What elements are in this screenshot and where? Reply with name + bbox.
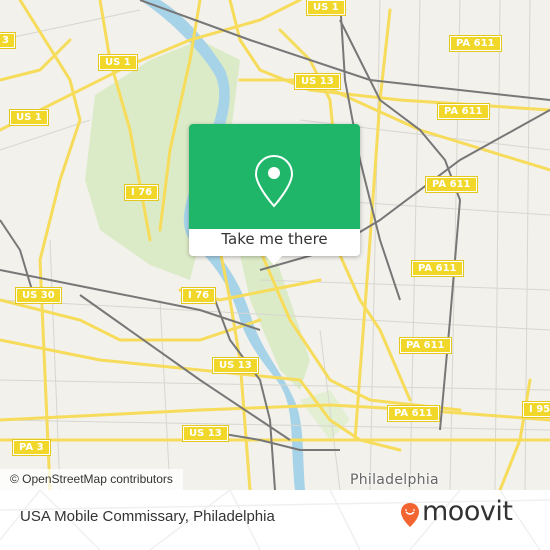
route-shield-pa611: PA 611 [387,405,440,422]
route-shield-i95: I 95 [521,401,550,418]
route-shield-partial: 3 [0,32,16,49]
moovit-logo-text: moovit [422,496,513,527]
take-me-there-button[interactable]: Take me there [189,230,360,248]
moovit-pin-icon [401,503,419,527]
route-shield-us1: US 1 [9,109,49,126]
route-shield-pa611: PA 611 [449,35,502,52]
route-shield-pa611: PA 611 [411,260,464,277]
footer-bar: USA Mobile Commissary, Philadelphia moov… [0,490,550,550]
popup-header[interactable] [189,124,360,229]
route-shield-pa611: PA 611 [437,103,490,120]
city-label: Philadelphia [350,472,439,488]
route-shield-us13: US 13 [182,425,229,442]
route-shield-us13: US 13 [212,357,259,374]
route-shield-pa611: PA 611 [425,176,478,193]
route-shield-us30: US 30 [15,287,62,304]
map-pin-icon [254,154,294,208]
route-shield-us1: US 1 [306,0,346,16]
route-shield-i76: I 76 [180,287,217,304]
location-popup[interactable]: Take me there [189,124,360,265]
map[interactable]: US 1 3 US 1 US 1 PA 611 US 13 PA 611 PA … [0,0,550,490]
route-shield-pa611: PA 611 [399,337,452,354]
route-shield-i76: I 76 [123,184,160,201]
route-shield-us1: US 1 [98,54,138,71]
route-shield-us13: US 13 [294,73,341,90]
map-attribution[interactable]: © OpenStreetMap contributors [0,469,183,490]
place-title: USA Mobile Commissary, Philadelphia [20,508,275,525]
popup-pointer [265,255,283,265]
route-shield-pa3: PA 3 [12,439,51,456]
